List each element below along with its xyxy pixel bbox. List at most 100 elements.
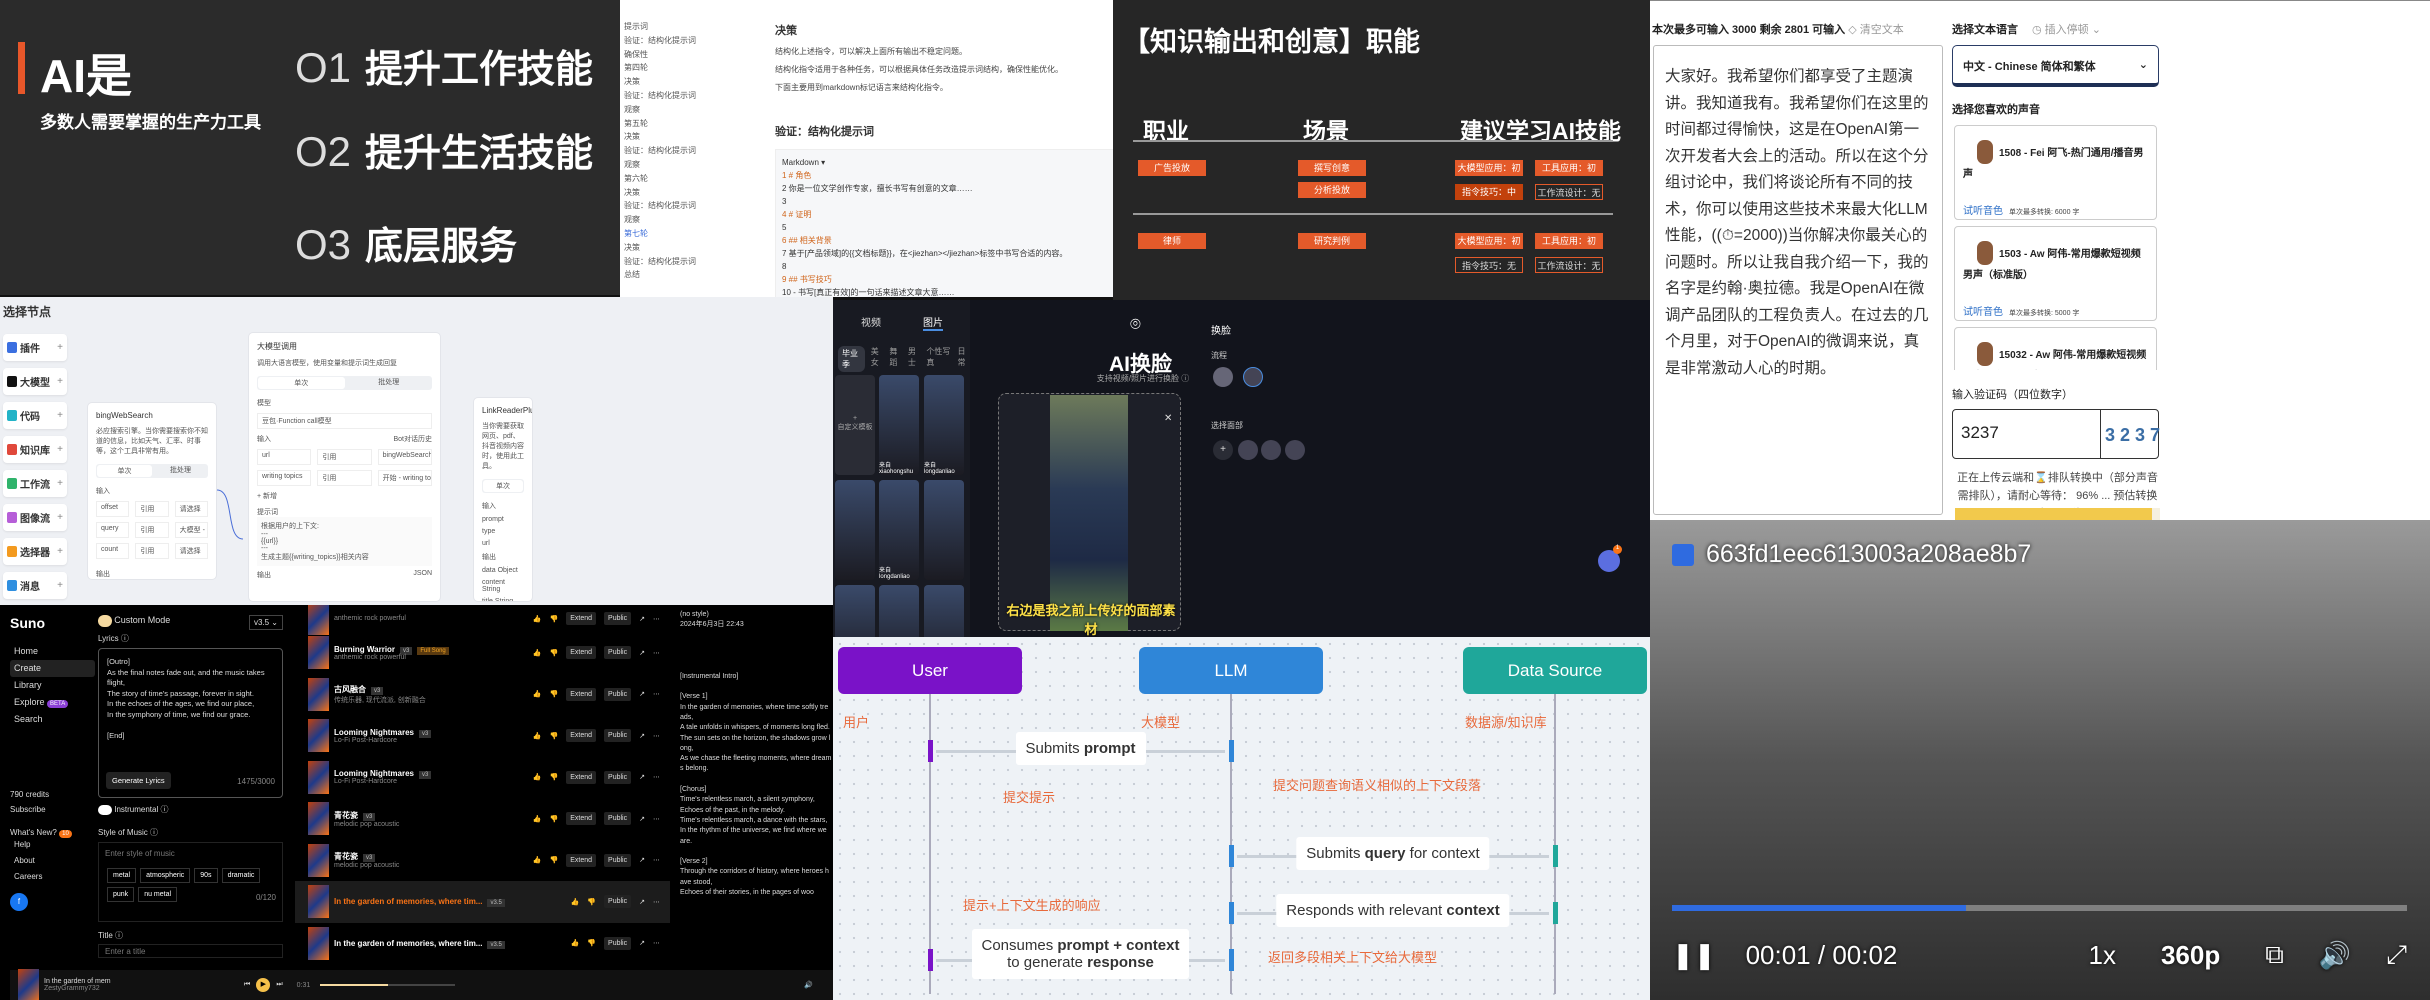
outline-item[interactable]: 观察	[624, 158, 701, 172]
outline-item[interactable]: 总结	[624, 268, 701, 282]
public-toggle[interactable]: Public	[604, 646, 632, 660]
public-toggle[interactable]: Public	[604, 729, 632, 743]
param-cell[interactable]: bingWebSearch - response_for_m...	[377, 449, 432, 465]
tab-single[interactable]: 单次	[97, 465, 152, 477]
face-option[interactable]	[1261, 440, 1281, 460]
node-type-item[interactable]: 选择器 +	[3, 538, 67, 565]
share-icon[interactable]: ↗	[639, 732, 645, 740]
instrumental-toggle[interactable]	[98, 804, 112, 815]
play-button[interactable]: ▶	[256, 978, 271, 992]
outline-item[interactable]: 决策	[624, 130, 701, 144]
param-cell[interactable]: query	[96, 522, 130, 538]
param-row[interactable]: url 引用 bingWebSearch - response_for_m...	[257, 449, 432, 465]
song-row[interactable]: 青花瓷 v3 melodic pop acoustic 👍 👎 Extend Public ↗…	[295, 840, 670, 882]
node-type-item[interactable]: 插件 +	[3, 334, 67, 361]
public-toggle[interactable]: Public	[604, 612, 632, 625]
whats-new-link[interactable]: What's New? 10	[10, 828, 95, 838]
extend-button[interactable]: Extend	[566, 770, 597, 784]
share-icon[interactable]: ↗	[639, 690, 645, 698]
thumbs-down-icon[interactable]: 👎	[550, 856, 559, 864]
song-row[interactable]: In the garden of memories, where tim... v…	[295, 881, 670, 923]
code-lang-select[interactable]: Markdown ▾	[782, 156, 1108, 169]
more-icon[interactable]: ⋯	[653, 939, 660, 947]
song-row[interactable]: Burning Warrior v3 Full Song anthemic rock …	[295, 632, 670, 674]
speed-button[interactable]: 1x	[2089, 940, 2116, 971]
param-cell[interactable]: url	[257, 449, 312, 465]
style-input[interactable]: Enter style of music metal atmospheric 90s…	[98, 842, 283, 922]
tab-image[interactable]: 图片	[923, 314, 943, 331]
more-icon[interactable]: ⋯	[653, 856, 660, 864]
outline-item[interactable]: 观察	[624, 103, 701, 117]
more-icon[interactable]: ⋯	[653, 649, 660, 657]
param-cell[interactable]: 引用	[135, 543, 169, 559]
volume-icon[interactable]: 🔊	[804, 981, 813, 989]
outline-item[interactable]: 验证：结构化提示词	[624, 199, 701, 213]
template-thumbnail[interactable]: 来自 xiaohongshu	[879, 375, 919, 475]
thumbs-down-icon[interactable]: 👎	[550, 773, 559, 781]
share-icon[interactable]: ↗	[639, 939, 645, 947]
song-row[interactable]: Looming Nightmares v3 Lo-Fi Post-Hardcore 👍…	[295, 757, 670, 799]
share-icon[interactable]: ↗	[639, 815, 645, 823]
tab-batch[interactable]: 批处理	[346, 376, 433, 390]
category-chip[interactable]: 毕业季	[838, 346, 865, 372]
song-title[interactable]: Looming Nightmares	[334, 728, 414, 737]
custom-mode-toggle[interactable]	[98, 615, 112, 627]
more-icon[interactable]: ⋯	[653, 815, 660, 823]
more-icon[interactable]: ⋯	[653, 732, 660, 740]
pause-button[interactable]: ❚❚	[1672, 940, 1716, 971]
template-thumbnail[interactable]	[835, 480, 875, 580]
face-option[interactable]	[1285, 440, 1305, 460]
voice-option[interactable]: 1508 - Fei 阿飞-热门通用/播音男声 试听音色 单次最多转换: 6000 …	[1954, 125, 2157, 220]
outline-item[interactable]: 决策	[624, 75, 701, 89]
thumbs-up-icon[interactable]: 👍	[533, 773, 542, 781]
outline-item[interactable]: 验证：结构化提示词	[624, 144, 701, 158]
pip-icon[interactable]: ⧉	[2265, 939, 2284, 971]
song-row[interactable]: In the garden of memories, where tim... v…	[295, 923, 670, 965]
add-icon[interactable]: +	[57, 478, 63, 489]
template-thumbnail[interactable]	[835, 585, 875, 637]
thumbs-up-icon[interactable]: 👍	[571, 939, 580, 947]
add-input-button[interactable]: + 新增	[257, 491, 432, 501]
captcha-image[interactable]: 3237	[2100, 410, 2160, 458]
outline-item[interactable]: 验证：结构化提示词	[624, 89, 701, 103]
style-tag[interactable]: 90s	[194, 868, 218, 883]
category-chip[interactable]: 男士	[908, 346, 921, 372]
thumbs-down-icon[interactable]: 👎	[550, 615, 559, 623]
thumbs-down-icon[interactable]: 👎	[550, 815, 559, 823]
outline-item[interactable]: 第四轮	[624, 61, 701, 75]
footer-link[interactable]: Careers	[10, 869, 95, 885]
outline-item[interactable]: 提示词	[624, 20, 701, 34]
thumbs-up-icon[interactable]: 👍	[533, 649, 542, 657]
nav-create[interactable]: Create	[10, 660, 95, 677]
param-cell[interactable]: 引用	[135, 522, 169, 538]
param-cell[interactable]: 开始 - writing topics	[377, 470, 432, 486]
node-type-item[interactable]: 大模型 +	[3, 368, 67, 395]
thumbs-down-icon[interactable]: 👎	[550, 690, 559, 698]
footer-link[interactable]: About	[10, 853, 95, 869]
video-progress-bar[interactable]	[1672, 905, 2407, 911]
public-toggle[interactable]: Public	[604, 770, 632, 784]
preview-label[interactable]: 试听音色	[1963, 307, 2003, 318]
param-cell[interactable]: 引用	[317, 449, 372, 465]
extend-button[interactable]: Extend	[566, 646, 597, 660]
node-card-llm[interactable]: 大模型调用 调用大语言模型，使用变量和提示词生成回复 单次 批处理 模型 豆包·F…	[248, 332, 441, 602]
style-tag[interactable]: punk	[107, 887, 135, 902]
thumbs-down-icon[interactable]: 👎	[587, 939, 596, 947]
outline-item[interactable]: 决策	[624, 241, 701, 255]
fullscreen-icon[interactable]: ⤢	[2386, 939, 2407, 971]
generate-lyrics-button[interactable]: Generate Lyrics	[106, 772, 171, 789]
param-row[interactable]: writing topics 引用开始 - writing topics	[257, 470, 432, 486]
song-title[interactable]: In the garden of memories, where tim...	[334, 897, 482, 906]
param-cell[interactable]: 请选择	[174, 543, 208, 559]
extend-button[interactable]: Extend	[566, 612, 597, 625]
share-icon[interactable]: ↗	[639, 773, 645, 781]
extend-button[interactable]: Extend	[566, 729, 597, 743]
node-type-item[interactable]: 图像流 +	[3, 504, 67, 531]
thumbs-up-icon[interactable]: 👍	[533, 856, 542, 864]
facebook-icon[interactable]: f	[10, 893, 28, 911]
suno-logo[interactable]: Suno	[10, 615, 95, 631]
outline-item[interactable]: 验证：结构化提示词	[624, 255, 701, 269]
share-icon[interactable]: ↗	[639, 898, 645, 906]
more-icon[interactable]: ⋯	[653, 690, 660, 698]
share-icon[interactable]: ↗	[639, 856, 645, 864]
